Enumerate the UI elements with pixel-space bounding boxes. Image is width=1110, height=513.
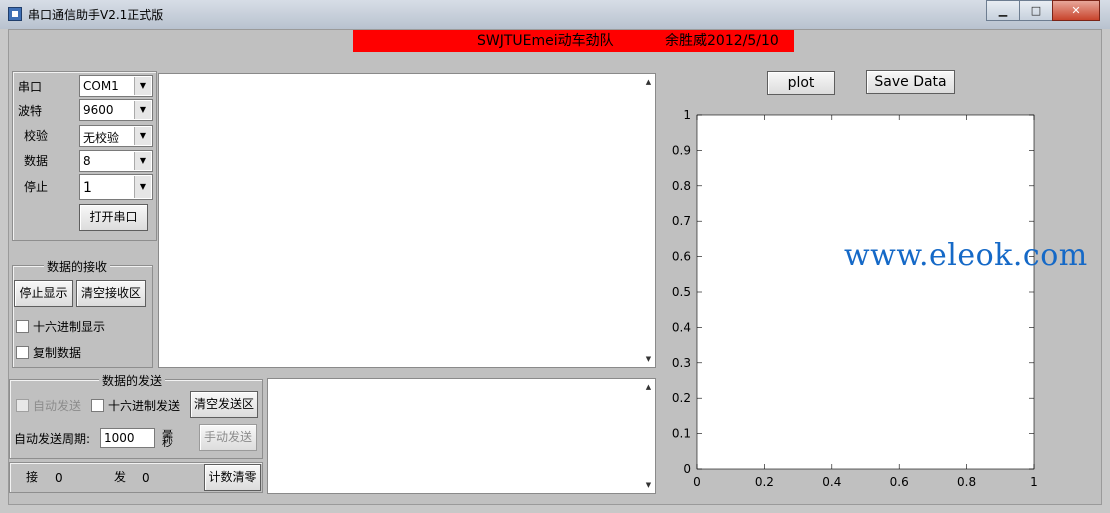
copy-data-label: 复制数据 — [33, 346, 82, 360]
chevron-down-icon: ▼ — [134, 101, 151, 119]
title-bar: 串口通信助手V2.1正式版 ▁ □ ✕ — [0, 0, 1110, 29]
send-textarea[interactable]: ▲ ▼ — [267, 378, 656, 494]
auto-send-checkbox[interactable]: 自动发送 — [16, 397, 81, 414]
hex-send-label: 十六进制发送 — [108, 399, 181, 413]
x-tick-label: 0.4 — [822, 475, 841, 489]
window-title: 串口通信助手V2.1正式版 — [28, 8, 164, 22]
stop-display-button[interactable]: 停止显示 — [14, 280, 73, 307]
banner-author-date: 余胜威2012/5/10 — [665, 33, 779, 49]
x-tick-label: 0 — [693, 475, 701, 489]
x-tick-label: 0.2 — [755, 475, 774, 489]
checkbox-box — [16, 399, 29, 412]
window-controls: ▁ □ ✕ — [986, 0, 1100, 21]
tx-count: 0 — [142, 471, 150, 485]
send-scrollbar[interactable]: ▲ ▼ — [642, 379, 655, 493]
plot-chart: 0 0.2 0.4 0.6 0.8 1 0 0.1 0.2 0.3 0.4 0.5 0.6 0.7 0.8… — [672, 108, 1038, 489]
hex-send-checkbox[interactable]: 十六进制发送 — [91, 397, 180, 414]
period-input[interactable]: 1000 — [100, 428, 155, 448]
send-group-title: 数据的发送 — [99, 372, 166, 389]
chevron-down-icon: ▼ — [134, 77, 151, 95]
x-tick-label: 0.6 — [890, 475, 909, 489]
stop-bits-label: 停止 — [24, 180, 49, 194]
chevron-down-icon: ▼ — [134, 127, 151, 145]
chevron-down-icon: ▼ — [134, 176, 151, 198]
checkbox-box — [91, 399, 104, 412]
baud-select[interactable]: 9600 ▼ — [79, 99, 153, 121]
data-bits-value: 8 — [83, 154, 91, 168]
banner-team: SWJTUEmei动车劲队 — [477, 33, 614, 49]
header-banner: SWJTUEmei动车劲队 余胜威2012/5/10 — [353, 30, 794, 52]
y-tick-label: 0.5 — [672, 285, 691, 299]
manual-send-button[interactable]: 手动发送 — [199, 424, 257, 451]
scroll-down-icon[interactable]: ▼ — [642, 353, 655, 365]
clear-receive-button[interactable]: 清空接收区 — [76, 280, 146, 307]
scroll-up-icon[interactable]: ▲ — [642, 76, 655, 88]
hex-display-label: 十六进制显示 — [33, 320, 106, 334]
clear-send-button[interactable]: 清空发送区 — [190, 391, 258, 418]
hex-display-checkbox[interactable]: 十六进制显示 — [16, 318, 105, 335]
y-tick-label: 0.7 — [672, 214, 691, 228]
reset-count-button[interactable]: 计数清零 — [204, 464, 261, 491]
tx-label: 发送 — [114, 471, 127, 483]
rx-label: 接收 — [26, 471, 39, 483]
y-tick-label: 0.1 — [672, 427, 691, 441]
x-tick-label: 0.8 — [957, 475, 976, 489]
rx-count: 0 — [55, 471, 63, 485]
scroll-down-icon[interactable]: ▼ — [642, 479, 655, 491]
y-tick-label: 0.2 — [672, 391, 691, 405]
scroll-up-icon[interactable]: ▲ — [642, 381, 655, 393]
stop-bits-value: 1 — [83, 180, 92, 196]
parity-value: 无校验 — [83, 131, 120, 145]
plot-button[interactable]: plot — [767, 71, 835, 95]
minimize-button[interactable]: ▁ — [986, 0, 1020, 21]
watermark-text: www.eleok.com — [844, 238, 1088, 273]
parity-select[interactable]: 无校验 ▼ — [79, 125, 153, 147]
period-label: 自动发送周期: — [14, 432, 91, 446]
checkbox-box — [16, 346, 29, 359]
y-tick-label: 0.6 — [672, 250, 691, 264]
receive-scrollbar[interactable]: ▲ ▼ — [642, 74, 655, 367]
y-tick-label: 1 — [683, 108, 691, 122]
baud-value: 9600 — [83, 103, 114, 117]
parity-label: 校验 — [24, 129, 49, 143]
data-bits-select[interactable]: 8 ▼ — [79, 150, 153, 172]
port-label: 串口 — [18, 80, 43, 94]
stop-bits-select[interactable]: 1 ▼ — [79, 174, 153, 200]
save-data-button[interactable]: Save Data — [866, 70, 955, 94]
y-tick-label: 0.4 — [672, 320, 691, 334]
y-tick-label: 0.8 — [672, 179, 691, 193]
port-value: COM1 — [83, 79, 119, 93]
y-tick-label: 0 — [683, 462, 691, 476]
receive-group-title: 数据的接收 — [44, 258, 111, 275]
close-button[interactable]: ✕ — [1052, 0, 1100, 21]
period-unit-label: 毫秒 — [162, 429, 173, 447]
data-bits-label: 数据 — [24, 154, 49, 168]
plot-area — [696, 114, 1035, 470]
receive-textarea[interactable]: ▲ ▼ — [158, 73, 656, 368]
baud-label: 波特 — [18, 104, 43, 118]
y-tick-label: 0.3 — [672, 356, 691, 370]
port-select[interactable]: COM1 ▼ — [79, 75, 153, 97]
checkbox-box — [16, 320, 29, 333]
copy-data-checkbox[interactable]: 复制数据 — [16, 344, 81, 361]
x-tick-label: 1 — [1030, 475, 1038, 489]
auto-send-label: 自动发送 — [33, 399, 82, 413]
y-tick-label: 0.9 — [672, 143, 691, 157]
app-icon — [8, 7, 22, 21]
chevron-down-icon: ▼ — [134, 152, 151, 170]
maximize-button[interactable]: □ — [1019, 0, 1053, 21]
open-port-button[interactable]: 打开串口 — [79, 204, 148, 231]
